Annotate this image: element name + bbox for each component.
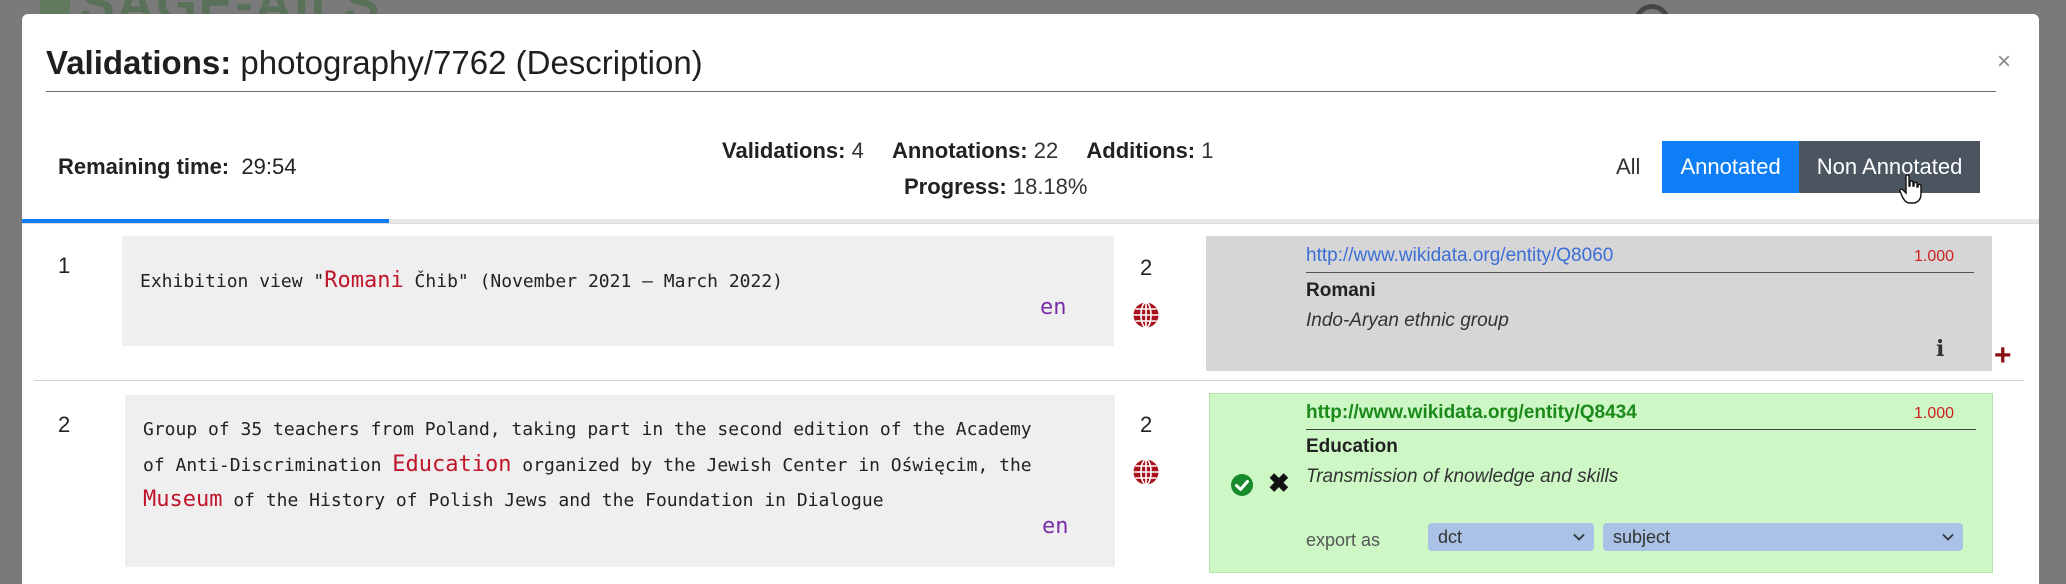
entity-link[interactable]: http://www.wikidata.org/entity/Q8434 xyxy=(1306,402,1637,424)
sentence-text: Group of 35 teachers from Poland, taking… xyxy=(143,419,1032,440)
annotated-mention[interactable]: Education xyxy=(392,452,511,477)
close-button[interactable]: × xyxy=(1997,48,2011,76)
reject-x-icon[interactable]: ✖ xyxy=(1268,468,1290,499)
globe-icon[interactable] xyxy=(1132,458,1160,486)
add-annotation-icon[interactable]: + xyxy=(1994,341,2012,371)
chevron-down-icon xyxy=(1942,533,1954,541)
entity-label: Romani xyxy=(1306,280,1376,301)
sentence-box: Exhibition view "Romani Čhib" (November … xyxy=(122,236,1114,346)
filter-annotated-button[interactable]: Annotated xyxy=(1662,141,1799,193)
annotated-mention[interactable]: Museum xyxy=(143,487,222,512)
annotation-count: 2 xyxy=(1140,255,1153,280)
progress-value: 18.18% xyxy=(1012,174,1088,199)
entity-description: Indo-Aryan ethnic group xyxy=(1306,310,1509,331)
info-icon[interactable]: i xyxy=(1936,336,1944,362)
entity-description: Transmission of knowledge and skills xyxy=(1306,466,1619,487)
sentence-text: of Anti-Discrimination Education organiz… xyxy=(143,452,1032,477)
annotations-count: 22 xyxy=(1033,138,1059,163)
chevron-down-icon xyxy=(1573,533,1585,541)
remaining-time: Remaining time: 29:54 xyxy=(58,154,297,179)
sentence-box: Group of 35 teachers from Poland, taking… xyxy=(125,395,1115,567)
row-divider xyxy=(34,380,2024,381)
export-prefix-select[interactable]: dct xyxy=(1428,523,1594,551)
validations-modal: Validations: photography/7762 (Descripti… xyxy=(22,14,2039,584)
export-as-label: export as xyxy=(1306,530,1381,550)
hand-cursor-icon xyxy=(1899,174,1922,204)
row-index: 2 xyxy=(58,412,71,437)
additions-count: 1 xyxy=(1201,138,1214,163)
globe-icon[interactable] xyxy=(1132,301,1160,329)
confidence-score: 1.000 xyxy=(1914,248,1955,265)
language-tag: en xyxy=(1042,514,1069,539)
export-property-select[interactable]: subject xyxy=(1603,523,1963,551)
entity-label: Education xyxy=(1306,436,1398,457)
language-tag: en xyxy=(1040,295,1067,320)
annotation-count: 2 xyxy=(1140,412,1153,437)
validations-count: 4 xyxy=(851,138,864,163)
entity-card-pending: http://www.wikidata.org/entity/Q8060 1.0… xyxy=(1206,236,1992,371)
progress-label: Progress: xyxy=(904,174,1007,199)
filter-all-button[interactable]: All xyxy=(1598,141,1659,193)
modal-title: Validations: photography/7762 (Descripti… xyxy=(46,44,703,81)
header-divider xyxy=(22,223,2039,224)
row-index: 1 xyxy=(58,253,71,278)
annotated-mention[interactable]: Romani xyxy=(324,268,403,293)
annotations-label: Annotations: xyxy=(891,138,1028,163)
remaining-time-value: 29:54 xyxy=(241,154,297,179)
filter-non-annotated-button[interactable]: Non Annotated xyxy=(1798,141,1981,193)
entity-card-validated: http://www.wikidata.org/entity/Q8434 1.0… xyxy=(1209,393,1993,573)
title-divider xyxy=(46,91,1996,92)
sentence-text: Exhibition view "Romani Čhib" (November … xyxy=(140,268,784,293)
sentence-text: Museum of the History of Polish Jews and… xyxy=(143,487,884,512)
confidence-score: 1.000 xyxy=(1914,405,1955,422)
accept-check-icon[interactable] xyxy=(1230,473,1254,497)
additions-label: Additions: xyxy=(1086,138,1196,163)
entity-link[interactable]: http://www.wikidata.org/entity/Q8060 xyxy=(1306,245,1613,267)
validations-label: Validations: xyxy=(722,138,846,163)
